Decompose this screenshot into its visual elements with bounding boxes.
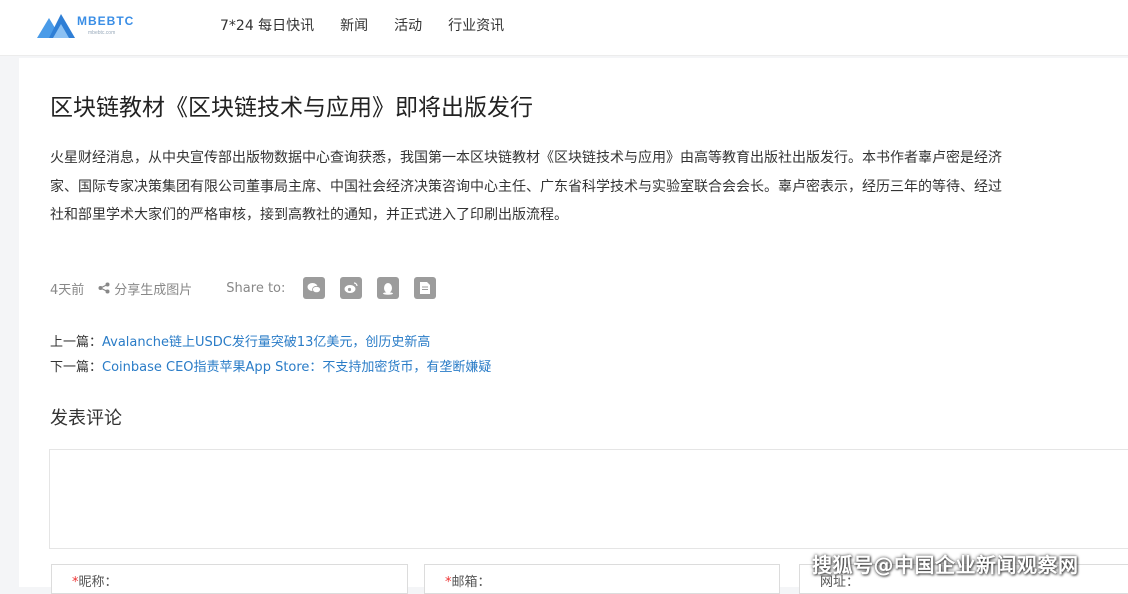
next-post-label: 下一篇： bbox=[50, 360, 103, 375]
site-logo[interactable]: MBEBTC mbebtc.com bbox=[37, 12, 137, 42]
article-title: 区块链教材《区块链技术与应用》即将出版发行 bbox=[50, 95, 533, 121]
document-icon[interactable] bbox=[414, 277, 437, 299]
nav-item-events[interactable]: 活动 bbox=[394, 16, 422, 36]
qq-icon[interactable] bbox=[377, 277, 400, 299]
share-icon bbox=[98, 282, 110, 294]
email-label: 邮箱： bbox=[451, 575, 491, 590]
nav-item-industry[interactable]: 行业资讯 bbox=[448, 16, 504, 36]
prev-post-label: 上一篇： bbox=[50, 335, 103, 350]
next-post: 下一篇：Coinbase CEO指责苹果App Store：不支持加密货币，有垄… bbox=[50, 355, 491, 380]
email-field[interactable]: *邮箱： bbox=[424, 564, 780, 594]
share-generate-button[interactable]: 分享生成图片 bbox=[98, 279, 192, 298]
logo-text: MBEBTC bbox=[77, 14, 135, 28]
share-generate-label: 分享生成图片 bbox=[114, 282, 193, 298]
comment-textarea[interactable] bbox=[49, 449, 1128, 549]
share-to-label: Share to: bbox=[226, 280, 286, 296]
nickname-label: 昵称： bbox=[78, 575, 118, 590]
next-post-link[interactable]: Coinbase CEO指责苹果App Store：不支持加密货币，有垄断嫌疑 bbox=[102, 360, 491, 375]
wechat-icon[interactable] bbox=[303, 277, 326, 299]
nav-item-flash[interactable]: 7*24 每日快讯 bbox=[220, 16, 314, 36]
article-panel: 区块链教材《区块链技术与应用》即将出版发行 火星财经消息，从中央宣传部出版物数据… bbox=[19, 58, 1128, 594]
logo-mountain-icon bbox=[37, 14, 75, 38]
prev-post: 上一篇：Avalanche链上USDC发行量突破13亿美元，创历史新高 bbox=[50, 330, 491, 355]
prev-post-link[interactable]: Avalanche链上USDC发行量突破13亿美元，创历史新高 bbox=[102, 335, 430, 350]
logo-subtext: mbebtc.com bbox=[88, 30, 116, 36]
article-meta: 4天前 分享生成图片 Share to: bbox=[50, 274, 451, 302]
article-line: 家、国际专家决策集团有限公司董事局主席、中国社会经济决策咨询中心主任、广东省科学… bbox=[50, 178, 1002, 195]
site-header: MBEBTC mbebtc.com 7*24 每日快讯 新闻 活动 行业资讯 bbox=[0, 0, 1128, 56]
article-line: 社和部里学术大家们的严格审核，接到高教社的通知，并正式进入了印刷出版流程。 bbox=[50, 207, 568, 223]
article-line: 火星财经消息，从中央宣传部出版物数据中心查询获悉，我国第一本区块链教材《区块链技… bbox=[50, 150, 1002, 166]
watermark: 搜狐号@中国企业新闻观察网 bbox=[812, 553, 1079, 577]
article-body: 火星财经消息，从中央宣传部出版物数据中心查询获悉，我国第一本区块链教材《区块链技… bbox=[50, 144, 1128, 230]
nickname-field[interactable]: *昵称： bbox=[51, 564, 408, 594]
weibo-icon[interactable] bbox=[340, 277, 363, 299]
main-nav: 7*24 每日快讯 新闻 活动 行业资讯 bbox=[220, 16, 530, 36]
comment-section-title: 发表评论 bbox=[50, 408, 122, 429]
publish-time: 4天前 bbox=[50, 282, 85, 298]
post-navigation: 上一篇：Avalanche链上USDC发行量突破13亿美元，创历史新高 下一篇：… bbox=[50, 330, 491, 380]
nav-item-news[interactable]: 新闻 bbox=[340, 16, 368, 36]
